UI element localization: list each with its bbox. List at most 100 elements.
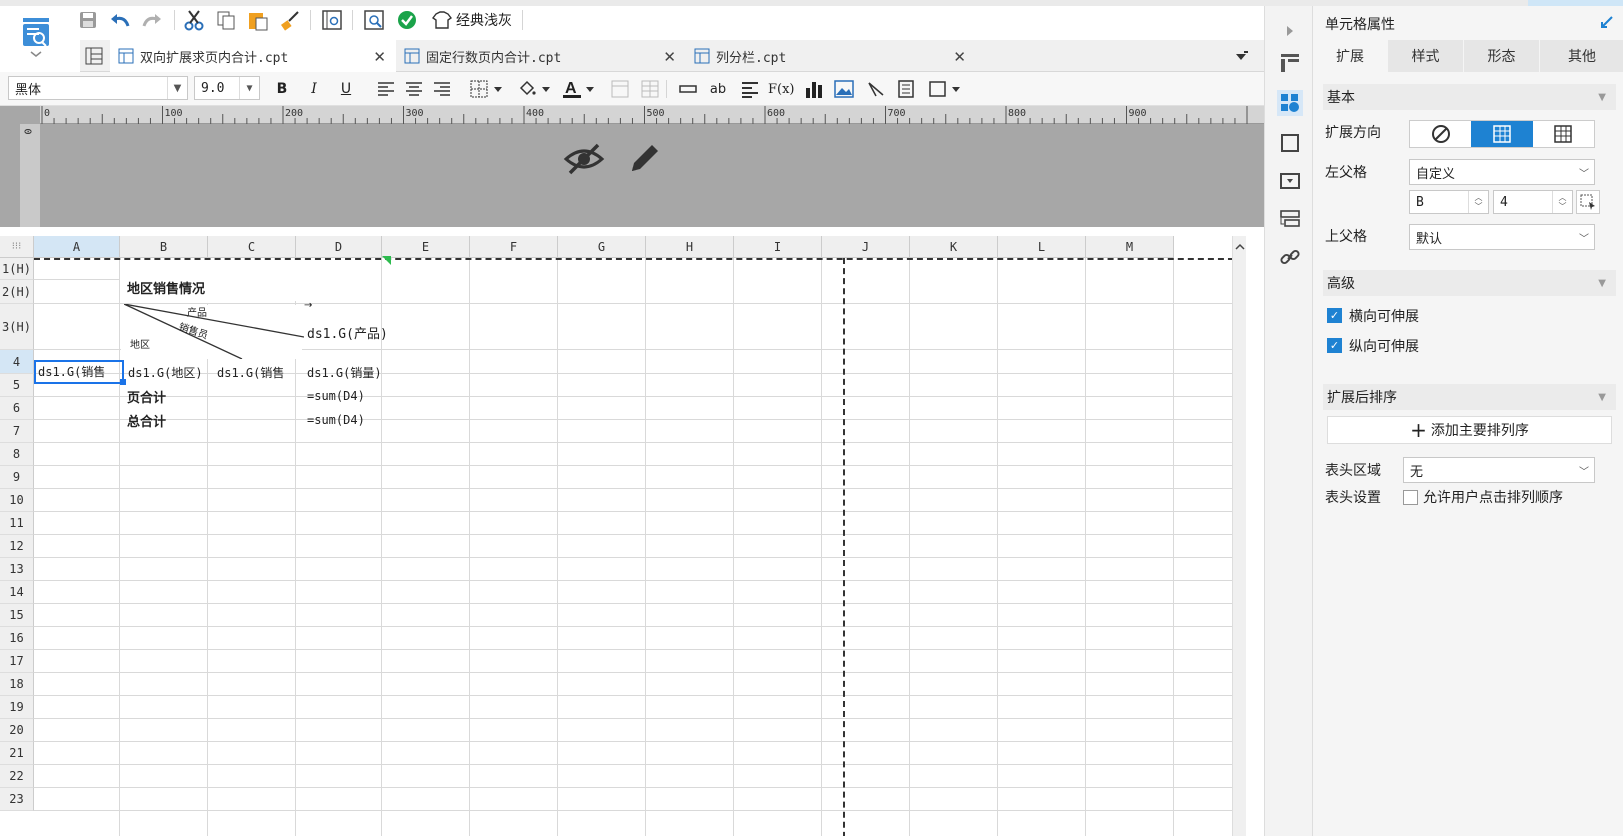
row-header-1[interactable]: 1(H) [0, 258, 34, 280]
column-header-j[interactable]: J [822, 236, 910, 258]
insert-image-button[interactable] [832, 77, 856, 101]
column-header-d[interactable]: D [296, 236, 382, 258]
h-expand-checkbox[interactable]: ✓ [1327, 308, 1342, 323]
section-sort[interactable]: 扩展后排序 ▼ [1323, 384, 1616, 410]
column-header-l[interactable]: L [998, 236, 1086, 258]
template-dataset-button[interactable] [320, 8, 344, 32]
font-family-select[interactable]: 黑体 ▼ [8, 76, 188, 100]
row-header-12[interactable]: 12 [0, 535, 34, 558]
left-parent-select[interactable]: 自定义 ﹀ [1409, 159, 1595, 185]
row-header-14[interactable]: 14 [0, 581, 34, 604]
fill-color-button[interactable] [516, 77, 556, 101]
column-header-c[interactable]: C [208, 236, 296, 258]
spreadsheet-grid[interactable]: ⁝⁝⁝ ABCDEFGHIJKLM 1(H) 2(H) 3(H) 4 5 6 7 8 9 10 11… [0, 236, 1246, 836]
underline-button[interactable]: U [334, 77, 358, 101]
row-header-22[interactable]: 22 [0, 765, 34, 788]
column-header-m[interactable]: M [1086, 236, 1174, 258]
pin-icon[interactable] [1599, 14, 1615, 30]
insert-rich-text-button[interactable] [738, 77, 762, 101]
close-icon[interactable]: ✕ [373, 48, 386, 66]
expand-horizontal-button[interactable] [1533, 121, 1594, 147]
preview-button[interactable] [362, 8, 386, 32]
copy-button[interactable] [214, 8, 238, 32]
v-expand-checkbox[interactable]: ✓ [1327, 338, 1342, 353]
tab-column-split[interactable]: 列分栏.cpt ✕ [686, 40, 976, 72]
row-header-11[interactable]: 11 [0, 512, 34, 535]
section-basic[interactable]: 基本 ▼ [1323, 84, 1616, 110]
cell-d4[interactable]: ds1.G(销量) [304, 360, 392, 384]
cell-b6[interactable]: 总合计 [124, 408, 166, 432]
allow-sort-checkbox[interactable] [1403, 490, 1418, 505]
cell-b5[interactable]: 页合计 [124, 384, 166, 408]
left-parent-row-spinner[interactable]: 4 ︿ ﹀ [1493, 190, 1573, 214]
row-header-13[interactable]: 13 [0, 558, 34, 581]
row-header-18[interactable]: 18 [0, 673, 34, 696]
unmerge-cells-button[interactable] [638, 77, 662, 101]
section-advanced[interactable]: 高级 ▼ [1323, 270, 1616, 296]
column-header-f[interactable]: F [470, 236, 558, 258]
cell-d5[interactable]: =sum(D4) [304, 384, 365, 408]
pick-cell-button[interactable] [1576, 190, 1600, 214]
row-header-5[interactable]: 5 [0, 374, 34, 397]
check-button[interactable] [395, 8, 419, 32]
cell-d6[interactable]: =sum(D4) [304, 408, 365, 432]
font-color-button[interactable]: A [560, 77, 600, 101]
align-right-button[interactable] [430, 77, 454, 101]
bold-button[interactable]: B [270, 77, 294, 101]
insert-slash-button[interactable] [864, 77, 888, 101]
insert-subreport-button[interactable] [894, 77, 918, 101]
expand-vertical-button[interactable] [1471, 121, 1533, 147]
row-header-20[interactable]: 20 [0, 719, 34, 742]
undo-button[interactable] [108, 8, 132, 32]
row-header-23[interactable]: 23 [0, 788, 34, 811]
insert-formula-button[interactable]: F(x) [768, 77, 795, 101]
column-header-a[interactable]: A [34, 236, 120, 258]
tab-menu-button[interactable] [1230, 44, 1254, 68]
column-header-h[interactable]: H [646, 236, 734, 258]
merge-cells-button[interactable] [608, 77, 632, 101]
row-header-16[interactable]: 16 [0, 627, 34, 650]
row-header-8[interactable]: 8 [0, 443, 34, 466]
column-header-i[interactable]: I [734, 236, 822, 258]
column-header-k[interactable]: K [910, 236, 998, 258]
sidebar-cell-attr[interactable] [1277, 90, 1303, 116]
insert-text-field-button[interactable] [676, 77, 700, 101]
row-header-4[interactable]: 4 [0, 350, 34, 374]
tab-style[interactable]: 样式 [1388, 40, 1463, 72]
redo-button[interactable] [140, 8, 164, 32]
row-header-7[interactable]: 7 [0, 420, 34, 443]
format-painter-button[interactable] [278, 8, 302, 32]
row-header-17[interactable]: 17 [0, 650, 34, 673]
theme-button[interactable]: 经典浅灰 [428, 8, 516, 32]
border-button[interactable] [468, 77, 508, 101]
row-header-9[interactable]: 9 [0, 466, 34, 489]
add-sort-button[interactable]: + 添加主要排列序 [1327, 416, 1612, 444]
paste-button[interactable] [246, 8, 270, 32]
left-parent-column-spinner[interactable]: B ︿ ﹀ [1409, 190, 1489, 214]
upper-parent-select[interactable]: 默认 ﹀ [1409, 224, 1595, 250]
sidebar-widget[interactable] [1277, 168, 1303, 194]
cut-button[interactable] [182, 8, 206, 32]
sidebar-condition[interactable] [1277, 206, 1303, 232]
align-left-button[interactable] [374, 77, 398, 101]
tab-form[interactable]: 形态 [1464, 40, 1539, 72]
spinner-arrows-icon[interactable]: ︿ ﹀ [1552, 191, 1572, 213]
spinner-arrows-icon[interactable]: ︿ ﹀ [1468, 191, 1488, 213]
column-header-b[interactable]: B [120, 236, 208, 258]
tab-expand[interactable]: 扩展 [1313, 40, 1387, 72]
edit-header-button[interactable] [624, 140, 664, 178]
row-header-2[interactable]: 2(H) [0, 280, 34, 304]
tab-bidirectional-page-total[interactable]: 双向扩展求页内合计.cpt ✕ [110, 40, 396, 72]
close-icon[interactable]: ✕ [663, 48, 676, 66]
close-icon[interactable]: ✕ [953, 48, 966, 66]
row-header-21[interactable]: 21 [0, 742, 34, 765]
sidebar-hyperlink[interactable] [1277, 244, 1303, 270]
insert-chart-button[interactable] [802, 77, 826, 101]
insert-text-button[interactable]: ab [706, 77, 730, 101]
app-menu-logo[interactable] [8, 10, 64, 64]
collapse-arrow[interactable] [1277, 18, 1303, 44]
align-center-button[interactable] [402, 77, 426, 101]
tab-other[interactable]: 其他 [1540, 40, 1623, 72]
tab-fixed-rows-page-total[interactable]: 固定行数页内合计.cpt ✕ [396, 40, 686, 72]
row-header-3[interactable]: 3(H) [0, 304, 34, 350]
